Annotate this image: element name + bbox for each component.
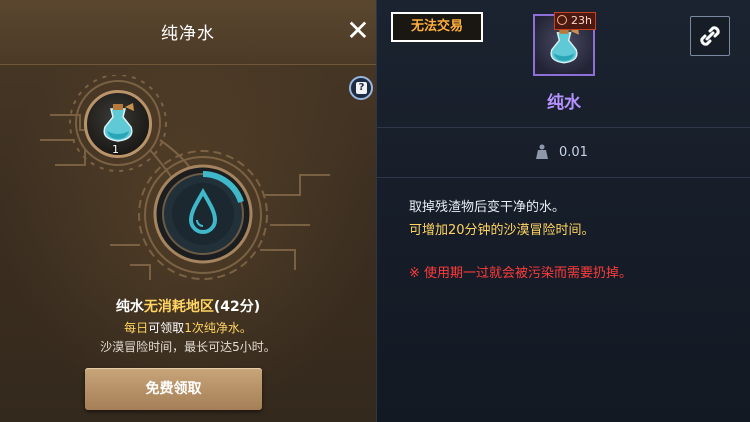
help-button[interactable]: ?	[349, 76, 373, 100]
divider	[377, 127, 750, 128]
reward-name-zone: 无消耗地区	[143, 299, 214, 315]
desc-claimable: 可领取	[148, 321, 185, 335]
panel-header: 纯净水 ✕	[0, 0, 376, 65]
daily-reward-panel: 纯净水 ✕ ? 1 纯水无消耗地区(42分) 每日可领取1次纯净水。 沙漠冒险时…	[0, 0, 376, 422]
item-weight: 0.01	[559, 145, 588, 160]
untradeable-badge: 无法交易	[391, 12, 483, 42]
close-icon: ✕	[346, 14, 370, 47]
weight-icon	[536, 144, 548, 159]
reward-name-item: 纯水	[115, 299, 144, 315]
desc-daily: 每日	[124, 321, 149, 335]
help-book-icon: ?	[356, 82, 367, 94]
link-icon	[700, 26, 720, 46]
link-button[interactable]	[690, 16, 730, 56]
item-description: 取掉残渣物后变干净的水。	[409, 200, 566, 215]
panel-title: 纯净水	[161, 24, 215, 44]
item-count: 1	[112, 143, 119, 156]
free-claim-button[interactable]: 免费领取	[85, 368, 262, 410]
reward-name: 纯水无消耗地区(42分)	[0, 296, 376, 316]
desc-once: 1次纯净水。	[184, 321, 252, 335]
water-drop-emblem	[153, 164, 253, 264]
expiry-timer-badge: 23h	[554, 12, 596, 30]
item-warning: ※ 使用期一过就会被污染而需要扔掉。	[409, 266, 633, 281]
timer-value: 23h	[571, 14, 592, 27]
reward-desc-line1: 每日可领取1次纯净水。	[0, 319, 376, 336]
divider	[377, 177, 750, 178]
reward-name-time: (42分)	[213, 299, 261, 315]
reward-desc-line2: 沙漠冒险时间，最长可达5小时。	[100, 340, 276, 354]
clock-icon	[557, 15, 567, 25]
item-tooltip-panel: 无法交易 23h 纯水 0.01 取掉残渣物后变干净的水。 可增加20分钟的沙漠…	[376, 0, 750, 422]
item-effect: 可增加20分钟的沙漠冒险时间。	[409, 223, 595, 238]
item-name: 纯水	[547, 93, 581, 113]
close-button[interactable]: ✕	[343, 16, 373, 46]
